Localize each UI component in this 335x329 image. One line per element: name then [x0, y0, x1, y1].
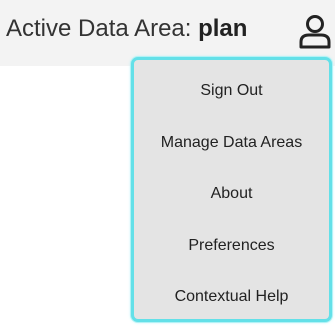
active-data-area-value: plan: [198, 15, 248, 42]
menu-item-manage-data-areas[interactable]: Manage Data Areas: [134, 117, 329, 169]
user-icon[interactable]: [298, 14, 332, 50]
menu-item-about[interactable]: About: [134, 168, 329, 220]
menu-item-preferences[interactable]: Preferences: [134, 220, 329, 272]
active-data-area: Active Data Area: plan: [6, 13, 247, 45]
user-menu: Sign Out Manage Data Areas About Prefere…: [131, 57, 332, 322]
menu-item-contextual-help[interactable]: Contextual Help: [134, 271, 329, 319]
menu-item-sign-out[interactable]: Sign Out: [134, 65, 329, 117]
active-data-area-label: Active Data Area:: [6, 15, 199, 42]
